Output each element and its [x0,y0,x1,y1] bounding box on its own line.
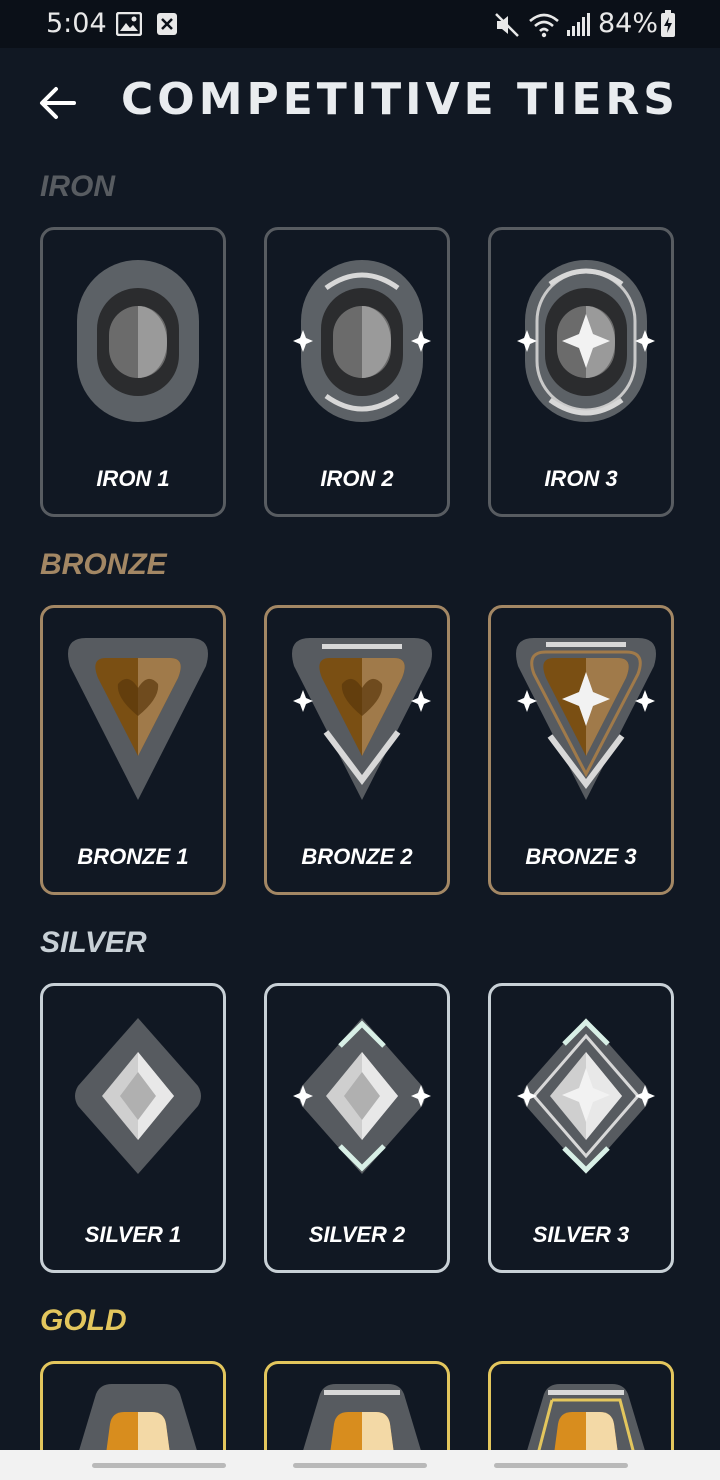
silver-rank-icon [75,1018,201,1174]
section-label-gold: GOLD [40,1304,127,1337]
battery-charging-icon [660,10,676,45]
silver-rank-icon [293,1018,431,1174]
mute-icon [494,12,520,45]
section-label-silver: SILVER [40,926,147,959]
iron-rank-icon [517,260,655,422]
tier-card-bronze-2[interactable]: BRONZE 2 [264,605,450,895]
status-bar: 5:04 84% [0,0,720,48]
tier-card-silver-2[interactable]: SILVER 2 [264,983,450,1273]
tier-card-gold-2[interactable] [264,1361,450,1454]
battery-percent: 84% [598,8,659,39]
section-label-iron: IRON [40,170,115,203]
tier-name: SILVER 3 [532,1222,630,1247]
tier-name: BRONZE 2 [301,844,413,869]
silver-rank-icon [517,1018,655,1174]
iron-rank-icon [293,260,431,422]
iron-rank-icon [77,260,199,422]
tier-card-bronze-1[interactable]: BRONZE 1 [40,605,226,895]
bronze-rank-icon [516,638,656,800]
bronze-rank-icon [292,638,432,800]
gold-rank-icon [526,1384,646,1454]
arrow-left-icon [40,87,76,119]
tier-name: SILVER 1 [84,1222,182,1247]
tier-card-gold-1[interactable] [40,1361,226,1454]
tier-name: IRON 3 [544,466,618,491]
page-title: COMPETITIVE TIERS [121,74,679,125]
section-label-bronze: BRONZE [40,548,167,581]
tier-name: IRON 1 [96,466,170,491]
close-box-icon [156,12,178,43]
tier-card-iron-1[interactable]: IRON 1 [40,227,226,517]
bronze-rank-icon [68,638,208,800]
nav-recents-button[interactable] [92,1463,226,1468]
signal-icon [566,12,590,45]
tier-card-gold-3[interactable] [488,1361,674,1454]
system-nav-bar [0,1450,720,1480]
status-time: 5:04 [46,8,107,39]
image-icon [115,11,143,43]
wifi-icon [528,12,560,45]
tier-card-bronze-3[interactable]: BRONZE 3 [488,605,674,895]
tier-card-iron-2[interactable]: IRON 2 [264,227,450,517]
tier-card-silver-3[interactable]: SILVER 3 [488,983,674,1273]
back-button[interactable] [34,80,80,126]
tier-name: IRON 2 [320,466,394,491]
tier-name: SILVER 2 [308,1222,406,1247]
tier-name: BRONZE 1 [77,844,189,869]
app-header: COMPETITIVE TIERS [0,48,720,158]
gold-rank-icon [302,1384,422,1454]
tier-card-iron-3[interactable]: IRON 3 [488,227,674,517]
tier-card-silver-1[interactable]: SILVER 1 [40,983,226,1273]
nav-home-button[interactable] [293,1463,427,1468]
tier-name: BRONZE 3 [525,844,637,869]
gold-rank-icon [78,1384,198,1454]
nav-back-button[interactable] [494,1463,628,1468]
